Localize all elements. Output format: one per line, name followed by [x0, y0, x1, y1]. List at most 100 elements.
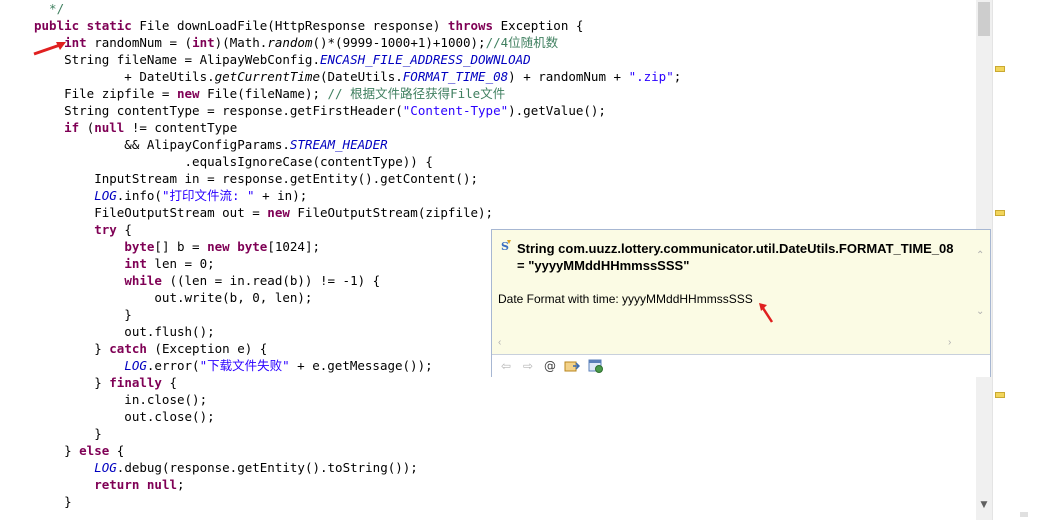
code-line[interactable]: && AlipayConfigParams.STREAM_HEADER [34, 136, 387, 153]
overview-warning-marker[interactable] [995, 210, 1005, 216]
code-token: int [124, 256, 155, 271]
hover-scroll-left-icon[interactable]: ‹ [498, 337, 501, 348]
overview-ruler[interactable] [992, 0, 1062, 520]
at-javadoc-icon[interactable]: @ [542, 358, 558, 374]
code-token: out.flush(); [34, 324, 215, 339]
overview-warning-marker[interactable] [995, 66, 1005, 72]
code-token: } [34, 426, 102, 441]
code-line[interactable]: int len = 0; [34, 255, 214, 272]
code-token: */ [34, 1, 65, 16]
code-token: FileOutputStream(zipfile); [297, 205, 494, 220]
code-line[interactable]: } [34, 425, 102, 442]
code-line[interactable]: LOG.error("下载文件失败" + e.getMessage()); [34, 357, 433, 374]
scroll-down-arrow-icon[interactable]: ▼ [976, 498, 992, 512]
code-token: } [34, 443, 80, 458]
hover-scroll-right-icon[interactable]: › [948, 337, 951, 348]
code-token: finally [109, 375, 170, 390]
code-line[interactable]: FileOutputStream out = new FileOutputStr… [34, 204, 493, 221]
code-token: // 根据文件路径获得File文件 [327, 86, 506, 101]
code-line[interactable]: InputStream in = response.getEntity().ge… [34, 170, 478, 187]
code-token: new [267, 205, 298, 220]
hover-toolbar: ⇦ ⇨ @ [492, 354, 990, 377]
constant-field-icon: S [501, 240, 511, 253]
open-external-javadoc-icon[interactable] [588, 358, 604, 374]
code-line[interactable]: public static File downLoadFile(HttpResp… [34, 17, 583, 34]
code-token: } [34, 341, 110, 356]
code-token: ) + randomNum + [508, 69, 629, 84]
code-token: } [34, 494, 72, 509]
code-token: + DateUtils. [34, 69, 215, 84]
code-line[interactable]: .equalsIgnoreCase(contentType)) { [34, 153, 433, 170]
code-line[interactable]: LOG.debug(response.getEntity().toString(… [34, 459, 418, 476]
code-line[interactable]: in.close(); [34, 391, 207, 408]
code-line[interactable]: return null; [34, 476, 184, 493]
code-token: } [34, 307, 132, 322]
javadoc-hover-popup[interactable]: S String com.uuzz.lottery.communicator.u… [491, 229, 991, 377]
hover-signature: String com.uuzz.lottery.communicator.uti… [517, 240, 967, 274]
code-token: "打印文件流: " [161, 188, 255, 203]
code-line[interactable]: } finally { [34, 374, 177, 391]
code-line[interactable]: out.write(b, 0, len); [34, 289, 312, 306]
forward-arrow-icon[interactable]: ⇨ [520, 358, 536, 374]
code-token: new [177, 86, 208, 101]
code-token: String fileName = AlipayWebConfig. [34, 52, 320, 67]
code-line[interactable]: } [34, 306, 132, 323]
code-token: [] b = [154, 239, 208, 254]
hover-scroll-up-icon[interactable]: ⌃ [976, 250, 984, 261]
code-line[interactable]: out.close(); [34, 408, 214, 425]
code-line[interactable]: LOG.info("打印文件流: " + in); [34, 187, 307, 204]
hover-scroll-down-icon[interactable]: ⌄ [976, 306, 984, 317]
scrollbar-thumb[interactable] [978, 2, 990, 36]
code-token: != contentType [131, 120, 238, 135]
code-line[interactable]: String fileName = AlipayWebConfig.ENCASH… [34, 51, 531, 68]
code-token: getCurrentTime [214, 69, 320, 84]
code-token: in.close(); [34, 392, 208, 407]
code-line[interactable]: } catch (Exception e) { [34, 340, 267, 357]
code-line[interactable]: byte[] b = new byte[1024]; [34, 238, 320, 255]
code-token: File zipfile = [34, 86, 177, 101]
code-token: randomNum = ( [94, 35, 193, 50]
code-token: String contentType = response.getFirstHe… [34, 103, 403, 118]
code-line[interactable]: */ [34, 0, 64, 17]
code-token: (Exception e) { [154, 341, 268, 356]
code-line[interactable]: if (null != contentType [34, 119, 237, 136]
code-line[interactable]: File zipfile = new File(fileName); // 根据… [34, 85, 505, 102]
code-line[interactable]: + DateUtils.getCurrentTime(DateUtils.FOR… [34, 68, 681, 85]
code-token: } [34, 375, 110, 390]
code-token: catch [109, 341, 155, 356]
code-token: InputStream in = response.getEntity().ge… [34, 171, 479, 186]
code-line[interactable]: } else { [34, 442, 124, 459]
code-line[interactable]: while ((len = in.read(b)) != -1) { [34, 272, 380, 289]
code-token: ).getValue(); [508, 103, 606, 118]
code-token: "下载文件失败" [199, 358, 290, 373]
code-token: byte [124, 239, 155, 254]
code-line[interactable]: try { [34, 221, 132, 238]
code-token: if [64, 120, 87, 135]
overview-warning-marker[interactable] [995, 392, 1005, 398]
code-token: .info( [116, 188, 162, 203]
code-line[interactable]: } [34, 493, 72, 510]
code-line[interactable]: int randomNum = (int)(Math.random()*(999… [34, 34, 558, 51]
code-token: + e.getMessage()); [289, 358, 433, 373]
code-token: out.write(b, 0, len); [34, 290, 313, 305]
code-token: .error( [146, 358, 200, 373]
back-arrow-icon[interactable]: ⇦ [498, 358, 514, 374]
code-line[interactable]: out.flush(); [34, 323, 215, 340]
code-token: FileOutputStream out = [34, 205, 268, 220]
hover-doc-text: Date Format with time: yyyyMMddHHmmssSSS [498, 292, 753, 306]
code-line[interactable]: String contentType = response.getFirstHe… [34, 102, 606, 119]
code-token: Exception { [500, 18, 584, 33]
code-token: { [116, 443, 125, 458]
open-declaration-icon[interactable] [564, 358, 580, 374]
code-token: else [79, 443, 117, 458]
code-token: ((len = in.read(b)) != -1) { [169, 273, 381, 288]
code-token: try [94, 222, 125, 237]
code-token: + in); [254, 188, 308, 203]
